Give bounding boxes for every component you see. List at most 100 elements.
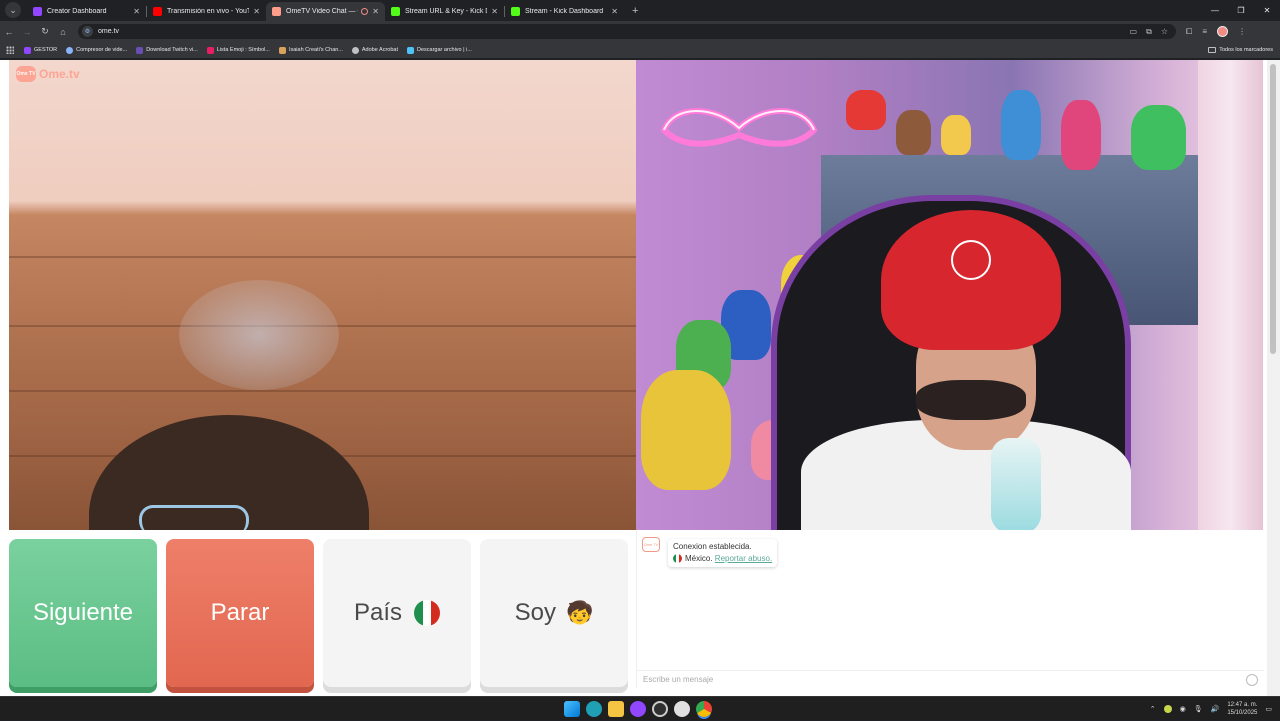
tab-creator-dashboard[interactable]: Creator Dashboard ✕	[27, 2, 146, 21]
cap-heart-logo	[951, 240, 991, 280]
address-bar[interactable]: ⚙ ome.tv ▭ ⧉ ☆	[78, 24, 1176, 39]
page-scrollbar[interactable]	[1267, 60, 1280, 696]
chrome-icon[interactable]	[696, 701, 712, 717]
windows-start-icon[interactable]	[564, 701, 580, 717]
chat-panel: Ome TV Conexion establecida. México. Rep…	[636, 530, 1264, 688]
extensions-icon[interactable]: ⧠	[1186, 27, 1192, 37]
file-explorer-icon[interactable]	[608, 701, 624, 717]
wood-grain	[9, 390, 636, 392]
bookmark-item[interactable]: Isaiah Creati's Chan...	[278, 46, 343, 54]
message-bubble: Conexion establecida. México. Reportar a…	[668, 539, 777, 567]
bookmark-label: GESTOR	[34, 47, 58, 53]
all-bookmarks-folder[interactable]: Todos los marcadores	[1208, 47, 1273, 53]
country-button-label: País	[353, 599, 403, 626]
new-tab-plus-icon[interactable]: +	[632, 5, 638, 17]
close-icon[interactable]: ✕	[133, 7, 140, 16]
streamer-mustache	[916, 380, 1026, 420]
network-icon[interactable]: ◉	[1180, 705, 1186, 713]
ometv-icon	[272, 7, 281, 16]
message-input[interactable]: Escribe un mensaje	[637, 670, 1264, 688]
tab-title: Stream - Kick Dashboard	[525, 8, 604, 15]
bookmark-star-icon[interactable]: ☆	[1161, 27, 1168, 37]
tab-title: OmeTV Video Chat — Ome	[286, 8, 358, 15]
minimize-icon[interactable]: —	[1202, 6, 1228, 15]
wood-grain	[9, 256, 636, 258]
music-app-icon[interactable]	[674, 701, 690, 717]
browser-toolbar: ← → ↻ ⌂ ⚙ ome.tv ▭ ⧉ ☆ ⧠ ≡ ⋮	[0, 21, 1280, 42]
windows-taskbar: ⌃ ◉ 🎙 🔊 12:47 a. m. 15/10/2025 ▭	[0, 696, 1280, 720]
plush-toy	[1001, 90, 1041, 160]
ometv-logo-text: Ome.tv	[39, 67, 80, 81]
notifications-icon[interactable]: ▭	[1265, 705, 1272, 713]
tab-title: Creator Dashboard	[47, 8, 107, 15]
site-info-icon[interactable]: ⚙	[82, 26, 93, 37]
next-button[interactable]: Siguiente	[9, 539, 157, 687]
bookmark-item[interactable]: Compresor de vide...	[66, 46, 127, 54]
apps-grid-icon[interactable]	[6, 46, 14, 54]
status-dot-icon[interactable]	[1163, 705, 1172, 713]
tab-youtube-live[interactable]: Transmisión en vivo - YouTube ✕	[147, 2, 266, 21]
microphone-icon[interactable]: 🎙	[1194, 705, 1203, 713]
bookmark-item[interactable]: Descargar archivo | i...	[406, 46, 472, 54]
close-window-icon[interactable]: ✕	[1254, 6, 1280, 15]
stranger-country: México.	[685, 554, 713, 563]
maximize-icon[interactable]: ❐	[1228, 6, 1254, 15]
close-icon[interactable]: ✕	[372, 7, 379, 16]
tab-kick-stream-key[interactable]: Stream URL & Key - Kick Dashb ✕	[385, 2, 504, 21]
obs-icon[interactable]	[652, 701, 668, 717]
page: Ome TV Ome.tv Siguiente Parar País Soy 🧒…	[0, 60, 1280, 696]
forward-arrow-icon[interactable]: →	[18, 27, 36, 37]
ometv-logo: Ome TV Ome.tv	[16, 66, 80, 82]
bookmark-favicon-icon	[136, 46, 144, 54]
clock[interactable]: 12:47 a. m. 15/10/2025	[1227, 701, 1257, 717]
menu-kebab-icon[interactable]: ⋮	[1238, 27, 1246, 36]
light-reflection	[179, 280, 339, 390]
media-icon[interactable]: ≡	[1202, 27, 1207, 36]
bookmark-label: Adobe Acrobat	[361, 47, 398, 53]
tab-ometv[interactable]: OmeTV Video Chat — Ome ✕	[266, 2, 385, 21]
youtube-icon	[153, 7, 162, 16]
reload-icon[interactable]: ↻	[36, 26, 54, 37]
profile-avatar[interactable]	[1217, 26, 1229, 37]
bookmark-item[interactable]: GESTOR	[24, 46, 58, 54]
close-icon[interactable]: ✕	[253, 7, 260, 16]
twitch-app-icon[interactable]	[630, 701, 646, 717]
scrollbar-thumb[interactable]	[1270, 64, 1276, 354]
stop-button[interactable]: Parar	[166, 539, 314, 687]
gender-button[interactable]: Soy 🧒	[480, 539, 628, 687]
bookmark-favicon-icon	[406, 46, 414, 54]
tab-strip: ⌄ Creator Dashboard ✕ Transmisión en viv…	[0, 0, 1280, 21]
volume-icon[interactable]: 🔊	[1211, 705, 1220, 713]
tab-title: Transmisión en vivo - YouTube	[167, 8, 250, 15]
cast-icon[interactable]: ▭	[1130, 27, 1138, 37]
tab-search-icon[interactable]: ⌄	[5, 2, 21, 18]
stranger-video: Ome TV Ome.tv	[9, 60, 636, 530]
report-abuse-link[interactable]: Reportar abuso.	[715, 554, 772, 563]
translate-icon[interactable]: ⧉	[1146, 27, 1152, 37]
kick-icon	[391, 7, 400, 16]
next-button-label: Siguiente	[32, 599, 134, 626]
bookmark-item[interactable]: Adobe Acrobat	[351, 46, 398, 54]
clock-time: 12:47 a. m.	[1227, 702, 1258, 708]
message-input-placeholder: Escribe un mensaje	[643, 675, 714, 684]
home-icon[interactable]: ⌂	[54, 27, 72, 37]
bookmark-favicon-icon	[351, 46, 359, 54]
close-icon[interactable]: ✕	[491, 7, 498, 16]
close-icon[interactable]: ✕	[611, 7, 618, 16]
country-button[interactable]: País	[323, 539, 471, 687]
plush-toy	[846, 90, 886, 130]
bookmark-item[interactable]: Lista Emoji : Símbol...	[206, 46, 270, 54]
ometv-avatar: Ome TV	[642, 537, 660, 552]
emoji-smile-icon[interactable]	[1246, 674, 1258, 686]
tab-kick-dashboard[interactable]: Stream - Kick Dashboard ✕	[505, 2, 624, 21]
plush-toy	[1061, 100, 1101, 170]
show-hidden-icons-icon[interactable]: ⌃	[1150, 705, 1156, 713]
edge-icon[interactable]	[586, 701, 602, 717]
address-url: ome.tv	[98, 28, 120, 35]
boy-emoji-icon: 🧒	[565, 600, 594, 625]
neon-mustache-sign	[660, 108, 818, 147]
bookmark-item[interactable]: Download Twitch vi...	[136, 46, 198, 54]
plush-toy	[1131, 105, 1186, 170]
back-arrow-icon[interactable]: ←	[0, 27, 18, 37]
red-cap	[881, 210, 1061, 350]
